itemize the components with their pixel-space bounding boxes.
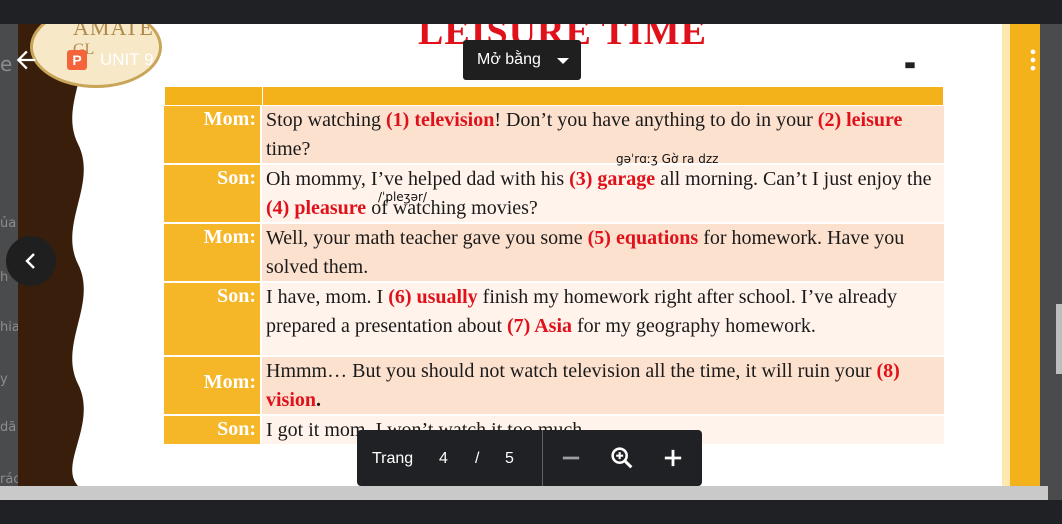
- pptx-file-icon: P: [67, 50, 87, 70]
- more-vert-icon: [1030, 49, 1036, 71]
- chevron-left-icon: [25, 253, 35, 269]
- keyword: (1) television: [386, 109, 495, 131]
- dialogue-line: Well, your math teacher gave you some (5…: [262, 224, 944, 281]
- speaker-label: Son:: [164, 165, 262, 222]
- minus-icon: [562, 456, 580, 460]
- slide-right-stripe: [1002, 24, 1010, 486]
- background-text: h: [0, 270, 9, 285]
- page-toolbar: Trang 4 / 5: [357, 430, 702, 486]
- more-options-button[interactable]: [1019, 46, 1047, 74]
- printer-icon: [899, 49, 921, 71]
- slide-wave-decoration: [72, 24, 98, 486]
- download-button[interactable]: [957, 46, 985, 74]
- dialogue-line: Hmmm… But you should not watch televisio…: [262, 357, 944, 414]
- top-bar: [0, 0, 1062, 24]
- arrow-left-icon: [16, 50, 36, 70]
- slide-right-bar: [1010, 24, 1040, 486]
- background-text: ủa: [0, 216, 17, 231]
- download-icon: [960, 49, 982, 71]
- zoom-in-button[interactable]: [659, 444, 687, 472]
- zoom-in-icon: [611, 447, 633, 469]
- table-row: Mom: Stop watching (1) television! Don’t…: [164, 106, 944, 165]
- page-total: 5: [505, 450, 514, 467]
- keyword: (7) Asia: [507, 315, 573, 337]
- page-separator: /: [475, 450, 480, 467]
- zoom-button[interactable]: [608, 444, 636, 472]
- keyword: (5) equations: [587, 227, 699, 249]
- vertical-scrollbar[interactable]: [1056, 304, 1062, 374]
- open-with-button[interactable]: Mở bằng: [463, 40, 581, 80]
- keyword: (2) leisure: [817, 109, 903, 131]
- file-name: UNIT 9_Slide.pptx: [100, 50, 238, 69]
- dialogue-line: Oh mommy, I’ve helped dad with his (3) g…: [262, 165, 944, 222]
- zoom-out-button[interactable]: [557, 444, 585, 472]
- page-label: Trang: [372, 450, 414, 467]
- back-button[interactable]: [12, 46, 40, 74]
- page-number-input[interactable]: 4: [439, 450, 448, 468]
- add-to-drive-button[interactable]: [836, 46, 864, 74]
- horizontal-scrollbar[interactable]: [0, 486, 1048, 500]
- speaker-label: Mom:: [164, 106, 262, 163]
- table-row: Son: Oh mommy, I’ve helped dad with his …: [164, 165, 944, 224]
- keyword: (4) pleasure: [266, 197, 367, 219]
- toolbar-divider: [542, 430, 543, 486]
- slide-preview: AMATE GL LEISURE TIME Mom: Stop watching…: [18, 24, 1040, 486]
- speaker-label: Son:: [164, 416, 262, 444]
- background-text: y: [0, 372, 8, 387]
- background-text: dã: [0, 420, 17, 435]
- add-to-drive-icon: [837, 48, 863, 71]
- garage-annotation: gəˈrɑːʒ Gờ ra dzz: [616, 152, 719, 166]
- viewer-header: P UNIT 9_Slide.pptx Mở bằng: [0, 36, 1062, 84]
- print-button[interactable]: [896, 46, 924, 74]
- table-row: Son: I have, mom. I (6) usually finish m…: [164, 283, 944, 357]
- open-with-label: Mở bằng: [477, 51, 541, 68]
- speaker-label: Mom:: [164, 357, 262, 414]
- keyword: (3) garage: [569, 168, 656, 190]
- dialogue-table: Mom: Stop watching (1) television! Don’t…: [164, 86, 944, 446]
- background-text: hia: [0, 320, 20, 335]
- keyword: (6) usually: [388, 286, 478, 308]
- dialogue-line: I have, mom. I (6) usually finish my hom…: [262, 283, 944, 355]
- table-row: Mom: Well, your math teacher gave you so…: [164, 224, 944, 283]
- table-row: Mom: Hmmm… But you should not watch tele…: [164, 357, 944, 416]
- plus-icon: [664, 449, 682, 467]
- dialogue-line: Stop watching (1) television! Don’t you …: [262, 106, 944, 163]
- table-header: [164, 86, 944, 106]
- speaker-label: Son:: [164, 283, 262, 355]
- previous-page-button[interactable]: [6, 236, 56, 286]
- pleasure-annotation: /ˈpleʒər/: [378, 190, 427, 204]
- caret-down-icon: [557, 58, 569, 64]
- speaker-label: Mom:: [164, 224, 262, 281]
